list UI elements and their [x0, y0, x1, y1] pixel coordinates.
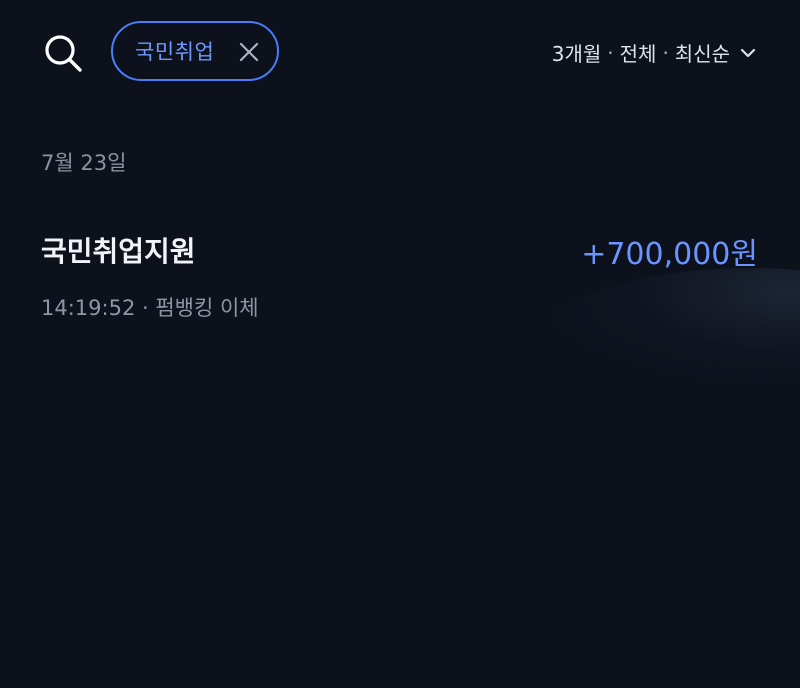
filter-chip-label: 국민취업: [135, 40, 215, 64]
separator: ·: [607, 40, 614, 65]
transaction-row[interactable]: 국민취업지원 +700,000원 14:19:52 · 펌뱅킹 이체: [0, 220, 800, 330]
date-header: 7월 23일: [41, 151, 127, 175]
separator: ·: [662, 40, 669, 65]
transaction-search-screen: 국민취업 3개월 · 전체 · 최신순 7월 23일 국민취업지원 +700,0…: [0, 0, 800, 688]
filter-type: 전체: [619, 42, 657, 66]
filter-period: 3개월: [551, 42, 602, 66]
filter-sort: 최신순: [674, 42, 730, 66]
close-icon[interactable]: [239, 42, 259, 62]
chevron-down-icon: [740, 48, 756, 57]
transaction-meta: 14:19:52 · 펌뱅킹 이체: [41, 296, 259, 320]
search-button[interactable]: [40, 30, 86, 76]
transaction-title: 국민취업지원: [41, 235, 196, 268]
filter-summary-button[interactable]: 3개월 · 전체 · 최신순: [552, 38, 756, 67]
search-icon: [45, 35, 82, 72]
transaction-amount: +700,000원: [581, 237, 758, 272]
filter-chip[interactable]: 국민취업: [111, 21, 279, 81]
